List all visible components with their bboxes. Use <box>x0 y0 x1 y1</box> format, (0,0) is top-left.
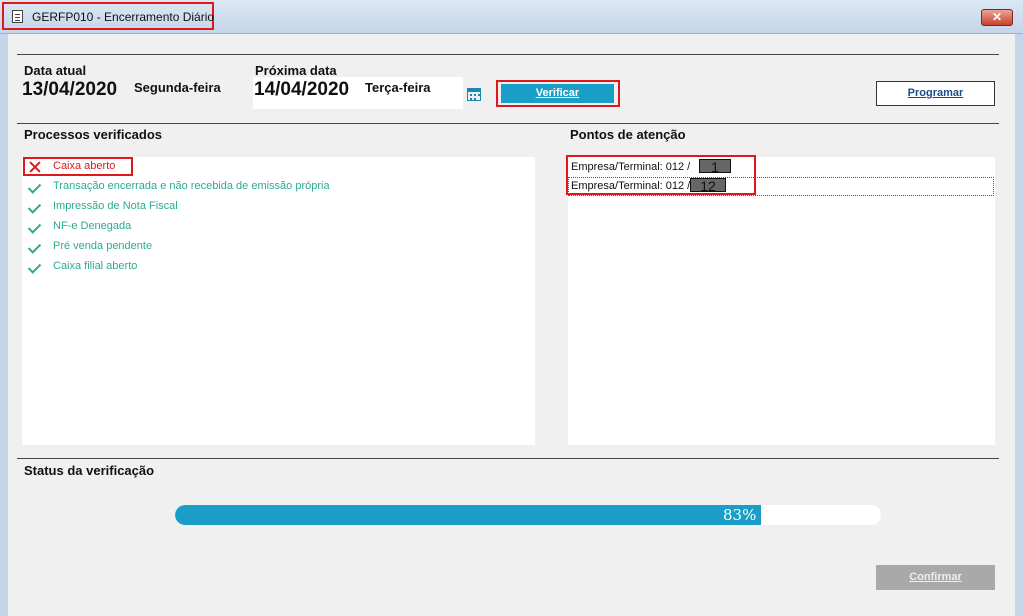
processo-item[interactable]: Transação encerrada e não recebida de em… <box>28 178 528 198</box>
window-content: Data atual 13/04/2020 Segunda-feira Próx… <box>8 34 1015 616</box>
processo-item[interactable]: Impressão de Nota Fiscal <box>28 198 528 218</box>
data-atual-value: 13/04/2020 <box>22 79 118 100</box>
window-frame-right <box>1015 34 1023 616</box>
proxima-data-value: 14/04/2020 <box>254 79 350 100</box>
data-atual-label: Data atual <box>24 63 87 78</box>
verificar-button[interactable]: Verificar <box>501 84 614 103</box>
data-atual-day: Segunda-feira <box>134 80 221 95</box>
top-divider <box>17 54 999 55</box>
pontos-list[interactable]: Empresa/Terminal: 012 / 1 Empresa/Termin… <box>566 155 995 445</box>
proxima-data-day: Terça-feira <box>365 80 431 95</box>
processo-label: Caixa filial aberto <box>53 260 138 272</box>
window-titlebar: GERFP010 - Encerramento Diário ✕ <box>0 0 1023 34</box>
processos-list[interactable]: Caixa aberto Transação encerrada e não r… <box>22 157 535 445</box>
mid-divider <box>17 123 999 124</box>
confirmar-button: Confirmar <box>876 565 995 590</box>
processo-label: NF-e Denegada <box>53 220 132 232</box>
check-icon <box>28 220 43 235</box>
progress-fill <box>175 505 761 525</box>
bottom-divider <box>17 458 999 459</box>
caixa-aberto-highlight <box>23 157 133 176</box>
calendar-icon[interactable] <box>467 88 481 101</box>
window-title: GERFP010 - Encerramento Diário <box>32 10 215 24</box>
status-title: Status da verificação <box>24 463 155 478</box>
check-icon <box>28 200 43 215</box>
window-frame-left <box>0 34 8 616</box>
pontos-title: Pontos de atenção <box>570 127 686 142</box>
check-icon <box>28 260 43 275</box>
processo-item[interactable]: NF-e Denegada <box>28 218 528 238</box>
check-icon <box>28 180 43 195</box>
processos-title: Processos verificados <box>24 127 163 142</box>
progress-label: 83% <box>723 506 757 524</box>
pontos-highlight <box>566 155 756 195</box>
window-title-area: GERFP010 - Encerramento Diário <box>2 2 214 30</box>
processo-label: Transação encerrada e não recebida de em… <box>53 180 330 192</box>
progress-bar: 83% <box>175 505 881 525</box>
proxima-data-label: Próxima data <box>255 63 337 78</box>
close-button[interactable]: ✕ <box>981 9 1013 26</box>
check-icon <box>28 240 43 255</box>
processo-label: Impressão de Nota Fiscal <box>53 200 178 212</box>
programar-button[interactable]: Programar <box>876 81 995 106</box>
processo-label: Pré venda pendente <box>53 240 153 252</box>
processo-item[interactable]: Pré venda pendente <box>28 238 528 258</box>
document-icon <box>12 10 23 23</box>
processo-item[interactable]: Caixa filial aberto <box>28 258 528 278</box>
